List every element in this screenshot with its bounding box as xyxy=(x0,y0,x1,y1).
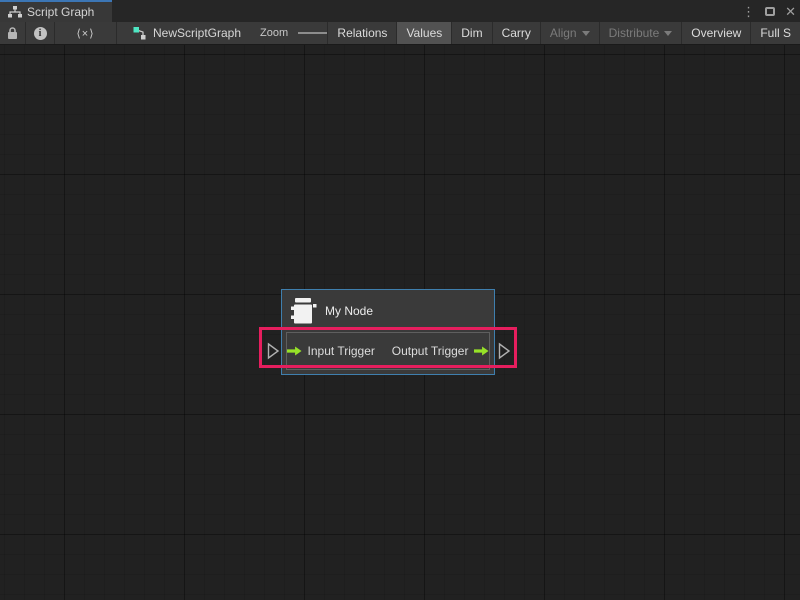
window-controls: ⋮ ✕ xyxy=(742,0,796,22)
graph-canvas[interactable]: My Node Input Trigger Output Trigger xyxy=(0,44,800,600)
lock-icon xyxy=(7,27,18,40)
graph-toolbar: i ⟨×⟩ NewScriptGraph Zoom 1x Relations xyxy=(0,22,800,44)
lock-button[interactable] xyxy=(0,22,26,44)
output-port-triangle-icon[interactable] xyxy=(497,342,511,360)
node-header[interactable]: My Node xyxy=(282,290,494,332)
code-toggle-button[interactable]: ⟨×⟩ xyxy=(55,22,117,44)
toolbar-dropdown-distribute[interactable]: Distribute xyxy=(599,22,682,44)
graph-name-label: NewScriptGraph xyxy=(153,26,241,40)
close-icon[interactable]: ✕ xyxy=(785,5,796,18)
input-port-triangle-icon[interactable] xyxy=(266,342,280,360)
unit-node-icon xyxy=(291,296,317,326)
toolbar-button-values[interactable]: Values xyxy=(396,22,451,44)
toolbar-button-relations[interactable]: Relations xyxy=(327,22,396,44)
node-my-node[interactable]: My Node Input Trigger Output Trigger xyxy=(281,289,495,375)
zoom-label: Zoom xyxy=(260,27,288,39)
toolbar-button-carry[interactable]: Carry xyxy=(492,22,540,44)
toolbar-button-dim[interactable]: Dim xyxy=(451,22,491,44)
code-toggle-icon: ⟨×⟩ xyxy=(76,27,94,40)
output-trigger-label: Output Trigger xyxy=(392,344,469,358)
toolbar-button-group: Relations Values Dim Carry Align Distrib… xyxy=(327,22,800,44)
info-icon: i xyxy=(34,27,47,40)
maximize-icon[interactable] xyxy=(765,7,775,16)
toolbar-button-overview[interactable]: Overview xyxy=(681,22,750,44)
toolbar-dropdown-align[interactable]: Align xyxy=(540,22,599,44)
tab-title: Script Graph xyxy=(27,5,94,19)
input-trigger-label: Input Trigger xyxy=(308,344,375,358)
script-graph-asset-icon xyxy=(133,26,147,40)
node-port-row[interactable]: Input Trigger Output Trigger xyxy=(286,332,490,370)
info-button[interactable]: i xyxy=(26,22,55,44)
node-title: My Node xyxy=(325,304,373,318)
toolbar-button-fullscreen[interactable]: Full S xyxy=(750,22,800,44)
flow-arrow-icon xyxy=(474,345,489,357)
graph-name-breadcrumb[interactable]: NewScriptGraph xyxy=(133,22,241,44)
graph-tree-icon xyxy=(8,6,22,18)
title-bar: Script Graph ⋮ ✕ xyxy=(0,0,800,22)
script-graph-window: Script Graph ⋮ ✕ i ⟨×⟩ New xyxy=(0,0,800,600)
tab-script-graph[interactable]: Script Graph xyxy=(0,0,112,22)
flow-arrow-icon xyxy=(287,345,302,357)
window-menu-icon[interactable]: ⋮ xyxy=(742,5,755,18)
chevron-down-icon xyxy=(664,31,672,36)
chevron-down-icon xyxy=(582,31,590,36)
